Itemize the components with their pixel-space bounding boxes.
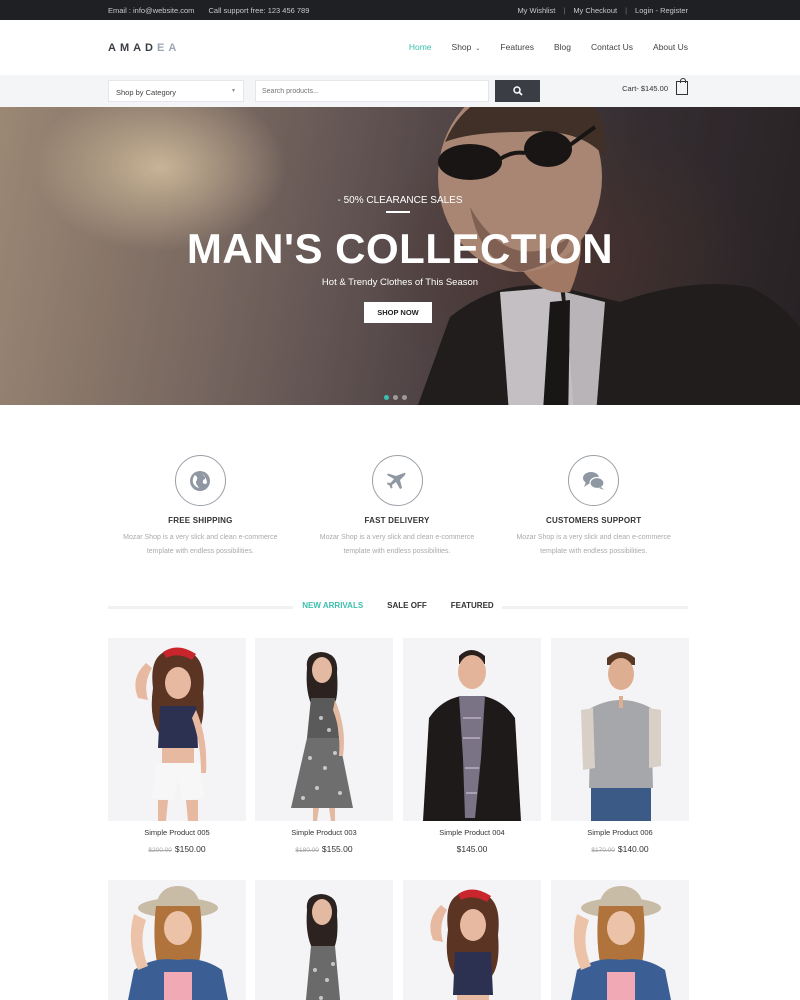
logo[interactable]: AMADEA	[108, 42, 180, 54]
feature-title: FREE SHIPPING	[168, 516, 233, 525]
shop-now-button[interactable]: SHOP NOW	[364, 302, 432, 323]
feature-description-line: Mozar Shop is a very slick and clean e-c…	[516, 534, 671, 541]
chevron-down-icon: ⌄	[475, 46, 481, 52]
slider-dot[interactable]	[402, 395, 407, 400]
product-price: $180.00 $155.00	[255, 844, 393, 854]
product-card[interactable]	[255, 880, 393, 1000]
main-nav: Home Shop ⌄ Features Blog Contact Us Abou…	[409, 42, 688, 52]
product-price: $170.00 $140.00	[551, 844, 689, 854]
nav-features[interactable]: Features	[500, 42, 534, 52]
logo-text: AMAD	[108, 42, 157, 54]
shopping-bag-icon	[676, 78, 688, 95]
hero-divider	[386, 211, 410, 213]
contact-email: Email : info@website.com	[108, 6, 195, 15]
logo-accent-text: EA	[157, 42, 181, 54]
product-card[interactable]: Simple Product 006 $170.00 $140.00	[551, 638, 689, 854]
product-card[interactable]	[403, 880, 541, 1000]
search-strip: Shop by Category ▼ Cart- $145.00	[0, 75, 800, 107]
product-card[interactable]	[551, 880, 689, 1000]
features-row: FREE SHIPPING Mozar Shop is a very slick…	[102, 455, 692, 559]
hero-subtitle: Hot & Trendy Clothes of This Season	[321, 277, 479, 288]
nav-blog[interactable]: Blog	[554, 42, 571, 52]
product-image[interactable]	[255, 880, 393, 1000]
product-price: $200.00 $150.00	[108, 844, 246, 854]
nav-home[interactable]: Home	[409, 42, 432, 52]
hero-kicker: - 50% CLEARANCE SALES	[337, 195, 463, 206]
separator: |	[625, 6, 628, 15]
product-card[interactable]: Simple Product 003 $180.00 $155.00	[255, 638, 393, 854]
feature-icon-circle	[371, 455, 423, 506]
product-tabs: NEW ARRIVALS SALE OFF FEATURED	[108, 600, 688, 614]
product-name[interactable]: Simple Product 005	[108, 828, 246, 837]
globe-icon	[190, 470, 211, 491]
top-bar: Email : info@website.com Call support fr…	[0, 0, 800, 20]
product-card[interactable]: Simple Product 004 $145.00	[403, 638, 541, 854]
wishlist-link[interactable]: My Wishlist	[517, 6, 555, 15]
product-old-price: $170.00	[591, 847, 615, 854]
category-select-label: Shop by Category	[116, 88, 177, 97]
nav-about[interactable]: About Us	[653, 42, 688, 52]
cart[interactable]: Cart- $145.00	[622, 78, 688, 95]
feature-description-line: template with endless possibilities.	[540, 548, 648, 555]
product-old-price: $180.00	[295, 847, 319, 854]
nav-contact[interactable]: Contact Us	[591, 42, 633, 52]
caret-down-icon: ▼	[231, 88, 236, 94]
feature-description: Mozar Shop is a very slick and clean e-c…	[495, 531, 692, 559]
nav-shop[interactable]: Shop ⌄	[452, 42, 481, 52]
feature-title: CUSTOMERS SUPPORT	[546, 516, 642, 525]
feature-description-line: template with endless possibilities.	[343, 548, 451, 555]
feature-description: Mozar Shop is a very slick and clean e-c…	[299, 531, 496, 559]
tab-featured[interactable]: FEATURED	[451, 601, 494, 610]
slider-dots	[384, 395, 407, 400]
feature-description-line: template with endless possibilities.	[146, 548, 254, 555]
search-button[interactable]	[495, 80, 540, 102]
login-register-link[interactable]: Login - Register	[635, 6, 688, 15]
slider-dot[interactable]	[384, 395, 389, 400]
feature-description-line: Mozar Shop is a very slick and clean e-c…	[319, 534, 475, 541]
tab-new-arrivals[interactable]: NEW ARRIVALS	[302, 601, 363, 610]
cart-total: Cart- $145.00	[622, 83, 668, 93]
feature-description-line: Mozar Shop is a very slick and clean e-c…	[123, 534, 278, 541]
product-image[interactable]	[551, 638, 689, 821]
feature-title: FAST DELIVERY	[364, 516, 430, 525]
feature-icon-circle	[174, 455, 226, 506]
airplane-icon	[387, 472, 406, 489]
product-image[interactable]	[108, 880, 246, 1000]
product-name[interactable]: Simple Product 006	[551, 828, 689, 837]
product-current-price: $155.00	[321, 844, 353, 854]
feature-free-shipping: FREE SHIPPING Mozar Shop is a very slick…	[102, 455, 299, 559]
product-price: $145.00	[403, 844, 541, 854]
product-current-price: $150.00	[174, 844, 206, 854]
feature-fast-delivery: FAST DELIVERY Mozar Shop is a very slick…	[299, 455, 496, 559]
product-image[interactable]	[108, 638, 246, 821]
feature-description: Mozar Shop is a very slick and clean e-c…	[102, 531, 299, 559]
product-name[interactable]: Simple Product 003	[255, 828, 393, 837]
nav-shop-label: Shop	[451, 42, 472, 52]
category-select[interactable]: Shop by Category ▼	[108, 80, 244, 102]
product-current-price: $140.00	[617, 844, 649, 854]
slider-dot[interactable]	[393, 395, 398, 400]
product-image[interactable]	[551, 880, 689, 1000]
separator: |	[563, 6, 566, 15]
support-phone: Call support free: 123 456 789	[208, 6, 310, 15]
hero-slider: - 50% CLEARANCE SALES MAN'S COLLECTION H…	[0, 107, 800, 405]
product-image[interactable]	[403, 638, 541, 821]
search-icon	[512, 86, 523, 96]
product-image[interactable]	[255, 638, 393, 821]
search-input[interactable]	[255, 80, 489, 102]
chat-bubbles-icon	[582, 471, 605, 490]
feature-icon-circle	[568, 455, 620, 506]
product-image[interactable]	[403, 880, 541, 1000]
product-old-price: $200.00	[148, 847, 172, 854]
product-card[interactable]: Simple Product 005 $200.00 $150.00	[108, 638, 246, 854]
hero-title: MAN'S COLLECTION	[186, 225, 614, 272]
tab-sale-off[interactable]: SALE OFF	[387, 601, 427, 610]
product-current-price: $145.00	[456, 844, 488, 854]
checkout-link[interactable]: My Checkout	[573, 6, 617, 15]
feature-customers-support: CUSTOMERS SUPPORT Mozar Shop is a very s…	[495, 455, 692, 559]
product-name[interactable]: Simple Product 004	[403, 828, 541, 837]
site-header: AMADEA Home Shop ⌄ Features Blog Contact …	[0, 20, 800, 75]
product-card[interactable]	[108, 880, 246, 1000]
